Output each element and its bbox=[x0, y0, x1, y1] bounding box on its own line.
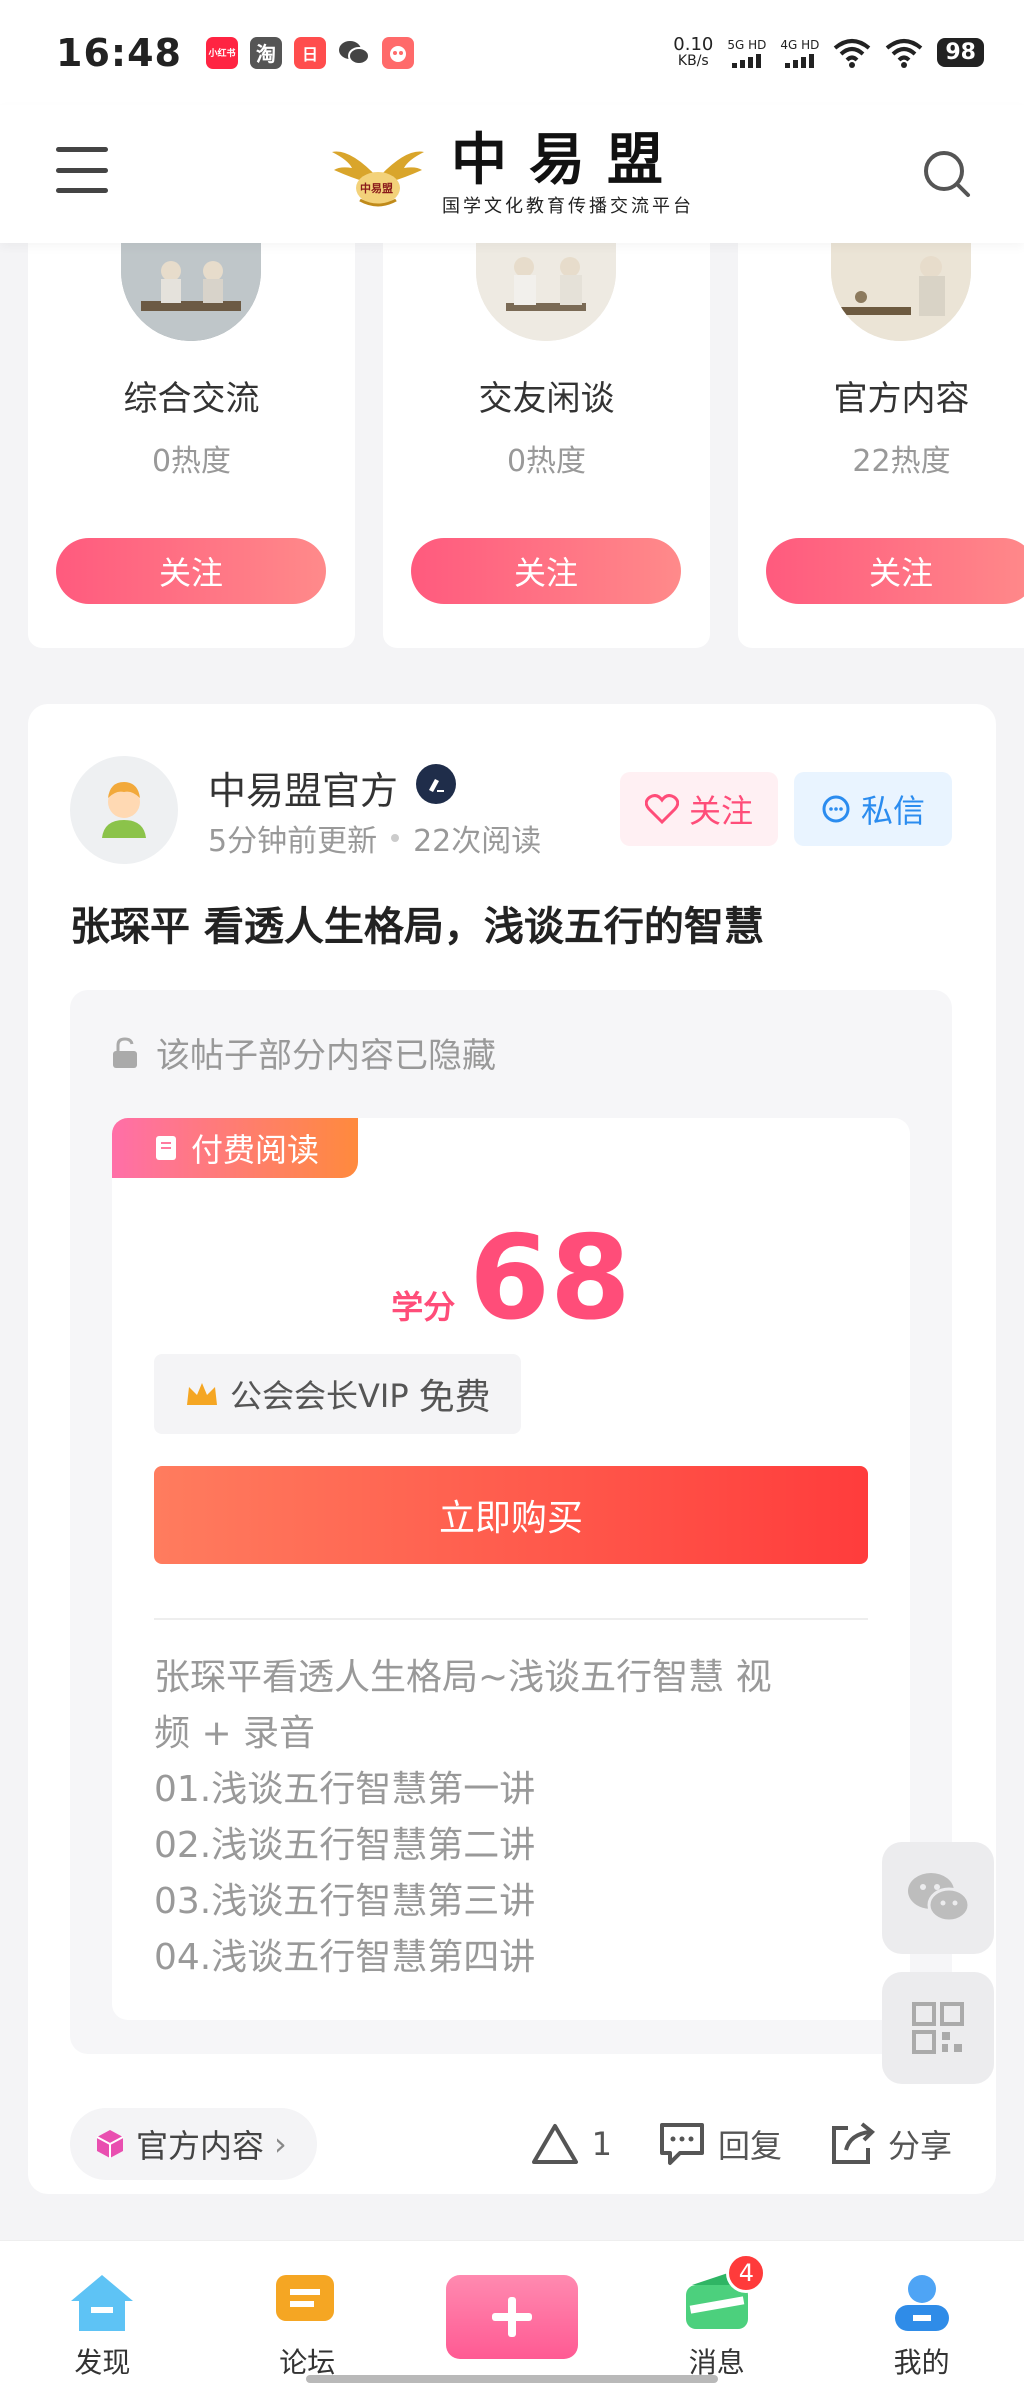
category-image bbox=[831, 243, 971, 341]
hidden-content-notice: 该帖子部分内容已隐藏 bbox=[110, 1028, 496, 1077]
category-name: 综合交流 bbox=[123, 379, 260, 419]
share-icon bbox=[831, 2122, 875, 2164]
book-icon bbox=[155, 1136, 176, 1160]
post-category-chip[interactable]: 官方内容 › bbox=[70, 2108, 317, 2180]
xiaohongshu-icon: 小红书 bbox=[205, 36, 238, 69]
signal-4g: 4G HD bbox=[780, 38, 819, 68]
post-read-count: 22次阅读 bbox=[413, 824, 542, 859]
post-meta: 5分钟前更新 22次阅读 bbox=[208, 816, 541, 860]
vip-free-option[interactable]: 公会会长VIP 免费 bbox=[154, 1354, 521, 1434]
category-name: 交友闲谈 bbox=[478, 379, 615, 419]
crown-icon bbox=[187, 1383, 217, 1405]
message-badge: 4 bbox=[726, 2253, 767, 2293]
taobao-icon: 淘 bbox=[249, 36, 282, 69]
wifi-icon bbox=[834, 38, 871, 68]
user-icon bbox=[894, 2275, 949, 2331]
like-button[interactable]: 1 bbox=[530, 2122, 612, 2166]
forum-icon bbox=[276, 2275, 335, 2321]
qr-code-icon bbox=[912, 2002, 964, 2054]
nav-forum[interactable]: 论坛 bbox=[205, 2241, 410, 2389]
author-avatar[interactable] bbox=[70, 756, 178, 864]
create-post-button[interactable] bbox=[445, 2275, 578, 2359]
cube-icon bbox=[96, 2130, 124, 2158]
post-updated-time: 5分钟前更新 bbox=[208, 824, 378, 859]
post-description: 张琛平看透人生格局~浅谈五行智慧 视 频 + 录音 01.浅谈五行智慧第一讲 0… bbox=[154, 1657, 772, 1978]
bottom-nav: 发现 论坛 4 消息 我的 bbox=[0, 2240, 1024, 2389]
price-value: 68 bbox=[469, 1211, 631, 1346]
status-time: 16:48 bbox=[56, 30, 182, 75]
paid-reading-panel: 付费阅读 学分 68 公会会长VIP 免费 立即购买 张琛平看透人生格局~浅谈五… bbox=[112, 1118, 910, 2020]
post-card: 中易盟官方 5分钟前更新 22次阅读 关注 私信 张琛平 看透人生格局，浅谈五行… bbox=[28, 704, 996, 2194]
category-heat: 0热度 bbox=[506, 444, 587, 479]
price: 学分 68 bbox=[112, 1214, 910, 1344]
category-card[interactable]: 官方内容 22热度 关注 bbox=[738, 243, 1024, 648]
chevron-right-icon: › bbox=[274, 2125, 287, 2163]
price-unit: 学分 bbox=[391, 1288, 456, 1326]
triangle-like-icon bbox=[531, 2124, 578, 2164]
calendar-app-icon: 日 bbox=[293, 36, 326, 69]
heart-icon bbox=[644, 794, 679, 824]
status-bar: 16:48 小红书 淘 日 0.10 KB/s 5G HD 4G HD 98 bbox=[0, 0, 1024, 105]
app-logo[interactable]: 中易盟 中易盟 国学文化教育传播交流平台 bbox=[330, 130, 694, 218]
chat-bubble-icon bbox=[822, 795, 850, 823]
menu-icon[interactable] bbox=[56, 147, 108, 193]
comment-icon bbox=[659, 2123, 704, 2165]
battery-indicator: 98 bbox=[937, 38, 984, 67]
game-app-icon bbox=[381, 36, 414, 69]
logo-subtitle: 国学文化教育传播交流平台 bbox=[442, 196, 694, 217]
status-app-icons: 小红书 淘 日 bbox=[205, 36, 414, 69]
nav-profile[interactable]: 我的 bbox=[819, 2241, 1024, 2389]
share-button[interactable]: 分享 bbox=[828, 2120, 952, 2168]
category-heat: 0热度 bbox=[151, 444, 232, 479]
category-follow-button[interactable]: 关注 bbox=[766, 538, 1024, 604]
follow-author-button[interactable]: 关注 bbox=[620, 772, 778, 846]
logo-emblem: 中易盟 bbox=[330, 138, 426, 210]
plus-icon bbox=[491, 2297, 532, 2337]
category-follow-button[interactable]: 关注 bbox=[56, 538, 326, 604]
post-footer: 官方内容 › 1 回复 分享 bbox=[70, 2108, 952, 2180]
qr-code-float-button[interactable] bbox=[882, 1972, 994, 2084]
unlock-icon bbox=[113, 1036, 137, 1068]
category-card[interactable]: 综合交流 0热度 关注 bbox=[28, 243, 355, 648]
category-name: 官方内容 bbox=[833, 379, 970, 419]
nav-create[interactable] bbox=[410, 2241, 615, 2389]
category-image bbox=[476, 243, 616, 341]
nav-messages[interactable]: 4 消息 bbox=[614, 2241, 819, 2389]
category-image bbox=[121, 243, 261, 341]
hidden-content-box: 该帖子部分内容已隐藏 付费阅读 学分 68 公会会长VIP 免费 立即购买 张琛… bbox=[70, 990, 952, 2054]
network-speed: 0.10 KB/s bbox=[673, 33, 714, 69]
category-heat: 22热度 bbox=[852, 444, 951, 479]
logo-title: 中易盟 bbox=[451, 127, 685, 193]
buy-now-button[interactable]: 立即购买 bbox=[154, 1466, 868, 1564]
category-card[interactable]: 交友闲谈 0热度 关注 bbox=[383, 243, 710, 648]
verified-badge-icon bbox=[416, 764, 456, 804]
home-icon bbox=[71, 2275, 134, 2331]
paid-reading-tag: 付费阅读 bbox=[112, 1118, 358, 1178]
author-name[interactable]: 中易盟官方 bbox=[208, 760, 398, 815]
wechat-share-float-button[interactable] bbox=[882, 1842, 994, 1954]
nav-discover[interactable]: 发现 bbox=[0, 2241, 205, 2389]
search-icon[interactable] bbox=[920, 147, 972, 199]
app-header: 中易盟 中易盟 国学文化教育传播交流平台 bbox=[0, 105, 1024, 243]
home-indicator bbox=[306, 2375, 718, 2383]
wechat-icon bbox=[908, 1873, 971, 1923]
category-carousel[interactable]: 综合交流 0热度 关注 交友闲谈 0热度 关注 官方内容 22热度 关注 bbox=[28, 243, 1024, 648]
status-indicators: 0.10 KB/s 5G HD 4G HD 98 bbox=[673, 33, 984, 70]
signal-5g: 5G HD bbox=[727, 38, 766, 68]
private-message-button[interactable]: 私信 bbox=[794, 772, 952, 846]
wifi-icon-2 bbox=[886, 38, 923, 68]
divider bbox=[154, 1618, 868, 1620]
post-title[interactable]: 张琛平 看透人生格局，浅谈五行的智慧 bbox=[70, 894, 764, 952]
category-follow-button[interactable]: 关注 bbox=[411, 538, 681, 604]
wechat-icon bbox=[338, 37, 370, 69]
reply-button[interactable]: 回复 bbox=[658, 2121, 782, 2167]
